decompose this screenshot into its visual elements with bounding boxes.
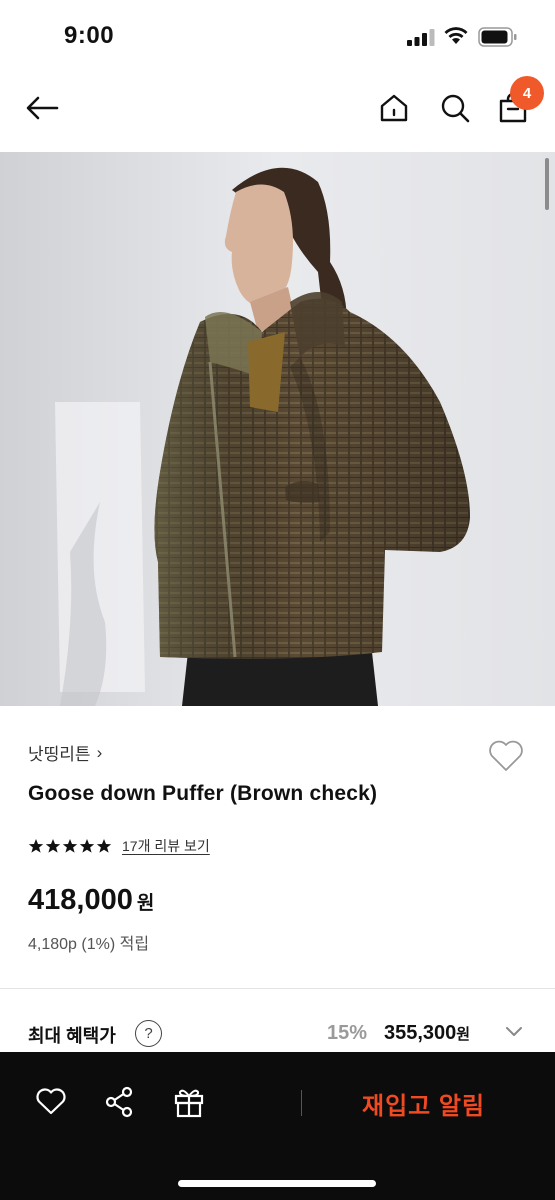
- bottom-bar-divider: [301, 1090, 302, 1116]
- battery-icon: [478, 27, 517, 47]
- home-icon: [380, 94, 408, 122]
- search-icon: [441, 94, 470, 123]
- image-scroll-indicator: [545, 158, 549, 210]
- share-button[interactable]: [97, 1080, 141, 1124]
- home-button[interactable]: [372, 86, 416, 130]
- home-indicator: [178, 1180, 376, 1187]
- product-image[interactable]: [0, 152, 555, 706]
- price-row: 418,000 원: [28, 884, 154, 917]
- back-arrow-icon: [26, 96, 59, 120]
- benefit-currency: 원: [456, 1026, 471, 1043]
- status-bar: 9:00: [0, 0, 555, 70]
- benefit-price-value: 355,300: [384, 1022, 457, 1044]
- gift-button[interactable]: [167, 1080, 211, 1124]
- chevron-right-icon: ›: [96, 742, 103, 762]
- wishlist-button[interactable]: [484, 734, 528, 778]
- star-icon: [79, 839, 95, 853]
- max-benefit-row[interactable]: 최대 혜택가 ? 15% 355,300원: [0, 1010, 555, 1054]
- top-navigation-bar: [0, 80, 555, 140]
- share-icon: [105, 1086, 133, 1118]
- star-icon: [62, 839, 78, 853]
- back-button[interactable]: [20, 86, 64, 130]
- restock-alert-button[interactable]: 재입고 알림: [362, 1086, 485, 1121]
- benefit-discount: 15%: [327, 1022, 368, 1044]
- cellular-signal-icon: [407, 29, 435, 46]
- gift-icon: [174, 1089, 204, 1118]
- star-icon: [96, 839, 112, 853]
- product-photo: [0, 152, 555, 706]
- review-link[interactable]: 17개 리뷰 보기: [122, 836, 210, 856]
- product-price: 418,000: [28, 884, 133, 916]
- rating-stars: [28, 838, 112, 854]
- chevron-down-icon[interactable]: [505, 1026, 523, 1038]
- price-currency: 원: [136, 893, 155, 914]
- rating-row: 17개 리뷰 보기: [28, 836, 210, 856]
- help-button[interactable]: ?: [135, 1020, 162, 1047]
- reward-points: 4,180p (1%) 적립: [28, 936, 150, 953]
- heart-icon: [489, 740, 523, 771]
- product-title: Goose down Puffer (Brown check): [28, 782, 378, 805]
- star-icon: [45, 839, 61, 853]
- search-button[interactable]: [433, 86, 477, 130]
- star-icon: [28, 839, 44, 853]
- bottom-action-bar: 재입고 알림: [0, 1052, 555, 1200]
- cart-count-badge: 4: [510, 76, 544, 110]
- brand-name: 낫띵리튼: [28, 745, 91, 764]
- benefit-price: 355,300원: [384, 1022, 470, 1045]
- brand-link[interactable]: 낫띵리튼 ›: [28, 740, 102, 765]
- status-time: 9:00: [64, 22, 115, 49]
- section-divider: [0, 988, 555, 989]
- wifi-icon: [444, 27, 468, 44]
- benefit-label: 최대 혜택가: [28, 1026, 116, 1046]
- heart-icon: [36, 1088, 66, 1115]
- wishlist-bottom-button[interactable]: [29, 1080, 73, 1124]
